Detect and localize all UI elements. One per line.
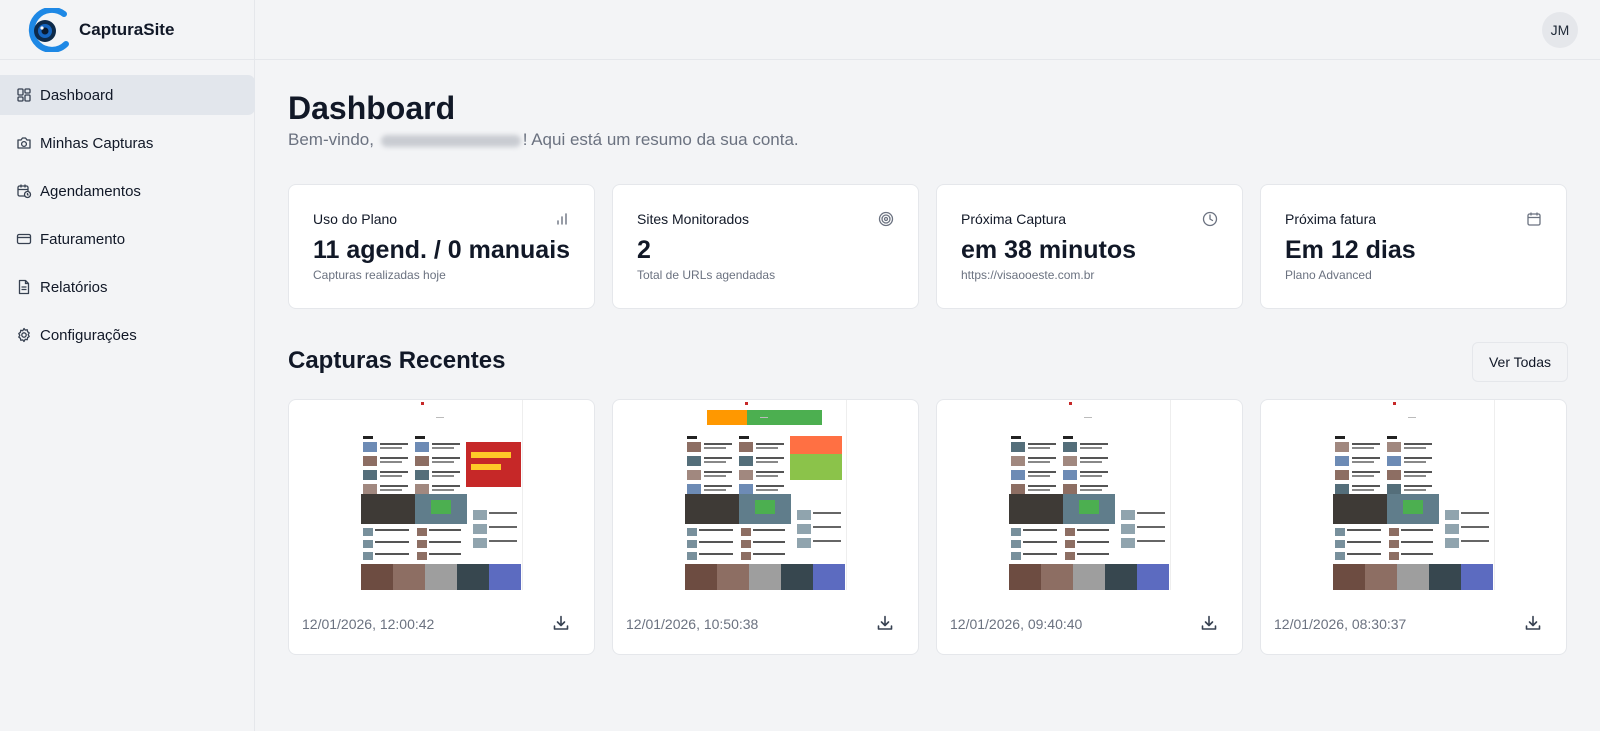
- stat-value: 11 agend. / 0 manuais: [313, 236, 571, 264]
- sidebar-item-label: Agendamentos: [40, 182, 141, 200]
- capture-date: 12/01/2026, 09:40:40: [950, 616, 1083, 632]
- welcome-suffix: ! Aqui está um resumo da sua conta.: [522, 130, 799, 149]
- sidebar-item-faturamento[interactable]: Faturamento: [0, 219, 255, 259]
- welcome-prefix: Bem-vindo,: [288, 130, 379, 149]
- stat-subtitle: Plano Advanced: [1285, 268, 1372, 282]
- avatar[interactable]: JM: [1542, 12, 1578, 48]
- calendar-icon: [1526, 211, 1542, 227]
- clock-icon: [1202, 211, 1218, 227]
- stats-row: Uso do Plano 11 agend. / 0 manuais Captu…: [288, 184, 1568, 309]
- stat-subtitle: Capturas realizadas hoje: [313, 268, 446, 282]
- target-icon: [878, 211, 894, 227]
- stat-value: 2: [637, 236, 651, 264]
- capture-thumbnail[interactable]: [1333, 400, 1495, 590]
- gear-icon: [16, 327, 32, 343]
- recent-captures-grid: 12/01/2026, 12:00:42 12/01/2026, 10:50:3…: [288, 399, 1568, 655]
- sidebar-item-dashboard[interactable]: Dashboard: [0, 75, 255, 115]
- capture-date: 12/01/2026, 08:30:37: [1274, 616, 1407, 632]
- thumbnail-preview: [1333, 400, 1494, 590]
- download-icon[interactable]: [1200, 614, 1218, 632]
- page-title: Dashboard: [288, 90, 456, 126]
- capture-card[interactable]: 12/01/2026, 08:30:37: [1260, 399, 1567, 655]
- topbar: JM: [255, 0, 1600, 60]
- stat-label: Uso do Plano: [313, 211, 398, 227]
- stat-card-monitored-sites: Sites Monitorados 2 Total de URLs agenda…: [612, 184, 919, 309]
- sidebar-nav: Dashboard Minhas Capturas Agendamentos F…: [0, 60, 255, 355]
- bar-chart-icon: [554, 211, 570, 227]
- credit-card-icon: [16, 231, 32, 247]
- capture-card[interactable]: 12/01/2026, 10:50:38: [612, 399, 919, 655]
- thumbnail-preview: [685, 400, 846, 590]
- stat-label: Próxima fatura: [1285, 211, 1377, 227]
- stat-card-plan-usage: Uso do Plano 11 agend. / 0 manuais Captu…: [288, 184, 595, 309]
- stat-value: Em 12 dias: [1285, 236, 1416, 264]
- stat-subtitle: https://visaooeste.com.br: [961, 268, 1095, 282]
- sidebar-item-label: Configurações: [40, 326, 137, 344]
- sidebar-item-label: Relatórios: [40, 278, 108, 296]
- blurred-user-name: [380, 134, 521, 147]
- capture-thumbnail[interactable]: [1009, 400, 1171, 590]
- sidebar-item-configuracoes[interactable]: Configurações: [0, 315, 255, 355]
- stat-card-next-capture: Próxima Captura em 38 minutos https://vi…: [936, 184, 1243, 309]
- file-text-icon: [16, 279, 32, 295]
- capture-card[interactable]: 12/01/2026, 12:00:42: [288, 399, 595, 655]
- view-all-button[interactable]: Ver Todas: [1471, 342, 1568, 382]
- sidebar-item-label: Minhas Capturas: [40, 134, 154, 152]
- thumbnail-preview: [361, 400, 522, 590]
- capture-card[interactable]: 12/01/2026, 09:40:40: [936, 399, 1243, 655]
- calendar-clock-icon: [16, 183, 32, 199]
- recent-captures-title: Capturas Recentes: [288, 347, 506, 374]
- camera-icon: [16, 135, 32, 151]
- capture-date: 12/01/2026, 12:00:42: [302, 616, 435, 632]
- thumbnail-preview: [1009, 400, 1170, 590]
- sidebar-item-agendamentos[interactable]: Agendamentos: [0, 171, 255, 211]
- stat-label: Próxima Captura: [961, 211, 1067, 227]
- stat-subtitle: Total de URLs agendadas: [637, 268, 776, 282]
- stat-card-next-invoice: Próxima fatura Em 12 dias Plano Advanced: [1260, 184, 1567, 309]
- welcome-message: Bem-vindo, ! Aqui está um resumo da sua …: [288, 130, 799, 150]
- brand-name: CapturaSite: [79, 19, 175, 39]
- capture-thumbnail[interactable]: [685, 400, 847, 590]
- download-icon[interactable]: [876, 614, 894, 632]
- capturasite-logo-icon: [28, 7, 69, 52]
- brand[interactable]: CapturaSite: [0, 0, 254, 60]
- dashboard-icon: [16, 87, 32, 103]
- stat-label: Sites Monitorados: [637, 211, 750, 227]
- sidebar: CapturaSite Dashboard Minhas Capturas Ag…: [0, 0, 255, 731]
- sidebar-item-relatorios[interactable]: Relatórios: [0, 267, 255, 307]
- stat-value: em 38 minutos: [961, 236, 1137, 264]
- sidebar-item-label: Dashboard: [40, 86, 114, 104]
- capture-date: 12/01/2026, 10:50:38: [626, 616, 759, 632]
- download-icon[interactable]: [1524, 614, 1542, 632]
- sidebar-item-minhas-capturas[interactable]: Minhas Capturas: [0, 123, 255, 163]
- sidebar-item-label: Faturamento: [40, 230, 126, 248]
- capture-thumbnail[interactable]: [361, 400, 523, 590]
- download-icon[interactable]: [552, 614, 570, 632]
